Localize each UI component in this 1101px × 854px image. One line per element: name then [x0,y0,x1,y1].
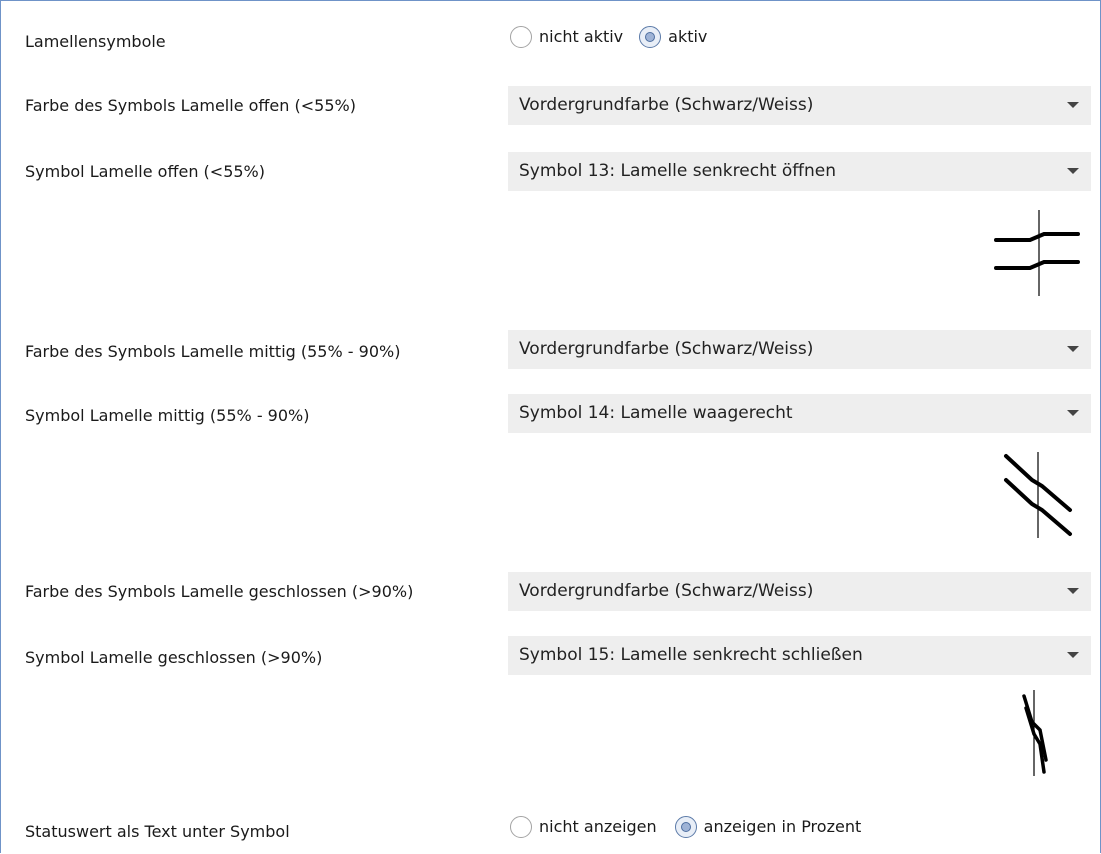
mittig-color-select[interactable]: Vordergrundfarbe (Schwarz/Weiss) [508,330,1091,369]
radio-anzeigen-in-prozent-circle[interactable] [674,816,697,838]
geschlossen-color-select[interactable]: Vordergrundfarbe (Schwarz/Weiss) [508,572,1091,611]
lamella-open-icon [994,210,1080,296]
radio-anzeigen-in-prozent[interactable]: anzeigen in Prozent [674,816,862,838]
radio-nicht-anzeigen-label[interactable]: nicht anzeigen [539,817,657,837]
radio-nicht-aktiv-circle[interactable] [510,26,532,48]
statuswert-label: Statuswert als Text unter Symbol [25,822,290,841]
lamella-middle-icon [1004,452,1072,538]
offen-symbol-select[interactable]: Symbol 13: Lamelle senkrecht öffnen [508,152,1091,191]
geschlossen-symbol-select-value: Symbol 15: Lamelle senkrecht schließen [519,645,863,665]
radio-nicht-anzeigen-circle[interactable] [510,816,532,838]
offen-symbol-label: Symbol Lamelle offen (<55%) [25,162,265,181]
geschlossen-symbol-select[interactable]: Symbol 15: Lamelle senkrecht schließen [508,636,1091,675]
geschlossen-color-label: Farbe des Symbols Lamelle geschlossen (>… [25,582,414,601]
statuswert-radio-group: nicht anzeigen anzeigen in Prozent [510,816,869,838]
dropdown-arrow-icon [1067,168,1079,174]
lamella-closed-icon [1022,690,1048,776]
dropdown-arrow-icon [1067,588,1079,594]
mittig-symbol-select[interactable]: Symbol 14: Lamelle waagerecht [508,394,1091,433]
mittig-symbol-select-value: Symbol 14: Lamelle waagerecht [519,403,793,423]
offen-color-select-value: Vordergrundfarbe (Schwarz/Weiss) [519,95,814,115]
dropdown-arrow-icon [1067,102,1079,108]
radio-nicht-aktiv-label[interactable]: nicht aktiv [539,27,623,47]
radio-nicht-aktiv[interactable]: nicht aktiv [510,26,623,48]
offen-color-select[interactable]: Vordergrundfarbe (Schwarz/Weiss) [508,86,1091,125]
mittig-symbol-label: Symbol Lamelle mittig (55% - 90%) [25,406,310,425]
radio-aktiv-circle[interactable] [639,26,662,48]
lamellensymbole-radio-group: nicht aktiv aktiv [510,26,715,48]
offen-symbol-select-value: Symbol 13: Lamelle senkrecht öffnen [519,161,837,181]
radio-anzeigen-in-prozent-label[interactable]: anzeigen in Prozent [704,817,862,837]
radio-nicht-anzeigen[interactable]: nicht anzeigen [510,816,657,838]
dropdown-arrow-icon [1067,652,1079,658]
lamellensymbole-label: Lamellensymbole [25,32,166,51]
geschlossen-symbol-label: Symbol Lamelle geschlossen (>90%) [25,648,323,667]
radio-aktiv[interactable]: aktiv [639,26,707,48]
offen-color-label: Farbe des Symbols Lamelle offen (<55%) [25,96,356,115]
geschlossen-color-select-value: Vordergrundfarbe (Schwarz/Weiss) [519,581,814,601]
dropdown-arrow-icon [1067,346,1079,352]
dropdown-arrow-icon [1067,410,1079,416]
radio-aktiv-label[interactable]: aktiv [668,27,707,47]
mittig-color-label: Farbe des Symbols Lamelle mittig (55% - … [25,342,401,361]
mittig-color-select-value: Vordergrundfarbe (Schwarz/Weiss) [519,339,814,359]
